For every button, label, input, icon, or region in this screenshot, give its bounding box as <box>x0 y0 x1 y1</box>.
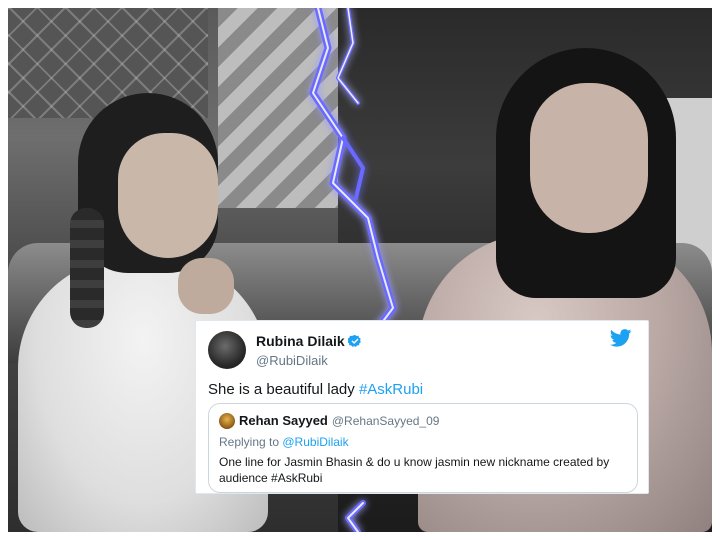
quoted-display-name[interactable]: Rehan Sayyed <box>239 413 328 428</box>
quoted-handle[interactable]: @RehanSayyed_09 <box>332 414 440 428</box>
replying-prefix: Replying to <box>219 435 283 449</box>
tweet-text: She is a beautiful lady #AskRubi <box>206 381 638 398</box>
replying-to-line: Replying to @RubiDilaik <box>219 435 627 449</box>
twitter-bird-icon[interactable] <box>610 329 632 347</box>
quoted-tweet-text: One line for Jasmin Bhasin & do u know j… <box>219 455 610 485</box>
author-handle[interactable]: @RubiDilaik <box>256 353 362 368</box>
replying-to-mention[interactable]: @RubiDilaik <box>282 435 348 449</box>
quoted-tweet-header: Rehan Sayyed @RehanSayyed_09 <box>219 412 627 430</box>
display-name[interactable]: Rubina Dilaik <box>256 333 345 349</box>
tweet-header: Rubina Dilaik @RubiDilaik <box>206 327 638 371</box>
author-block: Rubina Dilaik @RubiDilaik <box>256 332 362 368</box>
verified-badge-icon <box>347 334 361 347</box>
tweet-text-plain: She is a beautiful lady <box>208 381 359 398</box>
tweet-card[interactable]: Rubina Dilaik @RubiDilaik She is a beaut… <box>195 320 649 494</box>
avatar[interactable] <box>208 331 246 369</box>
hashtag-link[interactable]: #AskRubi <box>359 381 423 398</box>
quoted-avatar[interactable] <box>219 412 235 429</box>
quoted-tweet[interactable]: Rehan Sayyed @RehanSayyed_09 Replying to … <box>208 403 638 493</box>
